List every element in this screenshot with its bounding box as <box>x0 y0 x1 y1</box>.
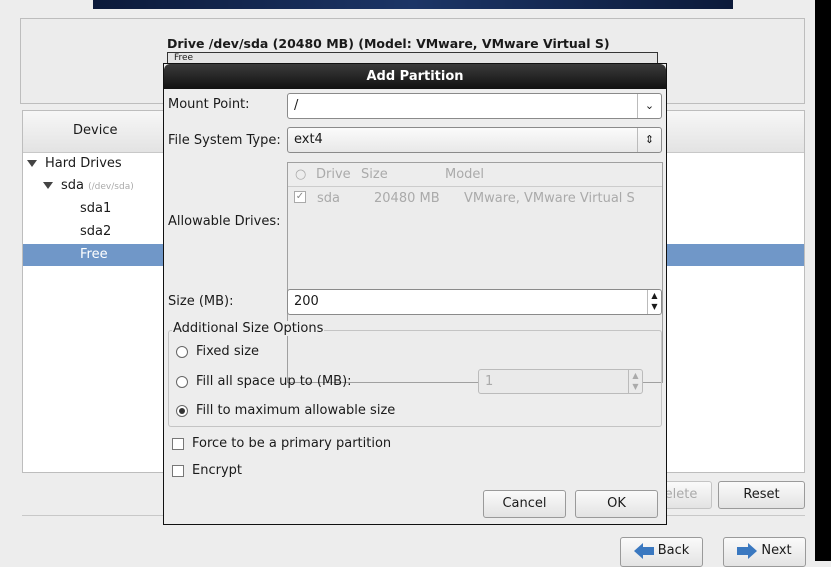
row-label: Free <box>80 247 108 262</box>
screen-edge <box>815 0 831 561</box>
updown-icon: ⇕ <box>637 128 661 152</box>
dialog-title: Add Partition <box>164 64 666 89</box>
header-banner <box>93 0 733 9</box>
mount-point-combo[interactable]: / ⌄ <box>287 93 662 119</box>
add-partition-dialog: Add Partition Mount Point: / ⌄ File Syste… <box>163 63 667 525</box>
radio-fixed-size[interactable]: Fixed size <box>176 344 259 359</box>
col-drive[interactable]: Drive <box>316 167 351 182</box>
row-label: sda1 <box>80 201 112 216</box>
drive-model: VMware, VMware Virtual S <box>464 191 635 206</box>
back-label: Back <box>657 543 690 558</box>
drive-row[interactable]: ✓ sda 20480 MB VMware, VMware Virtual S <box>288 187 662 211</box>
reset-button[interactable]: Reset <box>718 481 805 509</box>
fs-type-value: ext4 <box>294 132 323 147</box>
chevron-down-icon[interactable]: ⌄ <box>637 94 661 118</box>
bar-free-label: Free <box>174 53 194 63</box>
spin-arrows-icon[interactable]: ▲ ▼ <box>628 370 642 393</box>
checkbox-label: Force to be a primary partition <box>192 436 392 451</box>
drives-header: ○ Drive Size Model <box>288 163 662 187</box>
fs-type-label: File System Type: <box>168 133 281 148</box>
checkbox-label: Encrypt <box>192 463 242 478</box>
drive-size: 20480 MB <box>374 191 440 206</box>
radio-icon[interactable] <box>176 404 188 417</box>
fill-up-value: 1 <box>485 374 494 389</box>
option-label: Fill all space up to (MB): <box>196 374 352 389</box>
size-label: Size (MB): <box>168 294 234 309</box>
row-sublabel: (/dev/sda) <box>88 182 134 192</box>
cancel-button[interactable]: Cancel <box>483 490 566 518</box>
spin-arrows-icon[interactable]: ▲ ▼ <box>647 290 661 314</box>
next-label: Next <box>761 543 792 558</box>
option-label: Fixed size <box>196 344 260 359</box>
checkbox-icon[interactable] <box>172 437 184 450</box>
option-label: Fill to maximum allowable size <box>196 403 396 418</box>
allowable-drives-label: Allowable Drives: <box>168 214 281 229</box>
col-model[interactable]: Model <box>445 167 484 182</box>
next-button[interactable]: Next <box>723 537 806 567</box>
col-size[interactable]: Size <box>361 167 388 182</box>
fs-type-select[interactable]: ext4 ⇕ <box>287 127 662 153</box>
radio-fill-max[interactable]: Fill to maximum allowable size <box>176 403 395 418</box>
mount-point-value: / <box>294 98 299 113</box>
radio-icon[interactable] <box>176 345 188 358</box>
select-all-icon: ○ <box>295 167 307 182</box>
ok-button[interactable]: OK <box>575 490 658 518</box>
drive-title: Drive /dev/sda (20480 MB) (Model: VMware… <box>167 36 610 51</box>
radio-fill-up-to[interactable]: Fill all space up to (MB): <box>176 374 352 389</box>
radio-icon[interactable] <box>176 375 188 388</box>
next-arrow-icon <box>737 542 758 559</box>
back-arrow-icon <box>633 542 654 559</box>
fill-up-to-spinbutton[interactable]: 1 ▲ ▼ <box>478 369 643 394</box>
expander-icon[interactable] <box>27 160 37 167</box>
header-label: Device <box>73 123 118 138</box>
row-label: sda2 <box>80 224 112 239</box>
encrypt-checkbox[interactable]: Encrypt <box>172 463 242 478</box>
size-options-label: Additional Size Options <box>172 321 325 336</box>
back-button[interactable]: Back <box>620 537 703 567</box>
mount-point-label: Mount Point: <box>168 97 250 112</box>
size-spinbutton[interactable]: 200 ▲ ▼ <box>287 289 662 315</box>
expander-icon[interactable] <box>43 182 53 189</box>
row-label: Hard Drives <box>45 156 122 171</box>
checkbox-icon[interactable] <box>172 464 184 477</box>
drive-name: sda <box>317 191 340 206</box>
force-primary-checkbox[interactable]: Force to be a primary partition <box>172 436 391 451</box>
size-value: 200 <box>294 294 319 309</box>
drive-checkbox[interactable]: ✓ <box>294 191 306 203</box>
row-label: sda <box>61 178 84 193</box>
